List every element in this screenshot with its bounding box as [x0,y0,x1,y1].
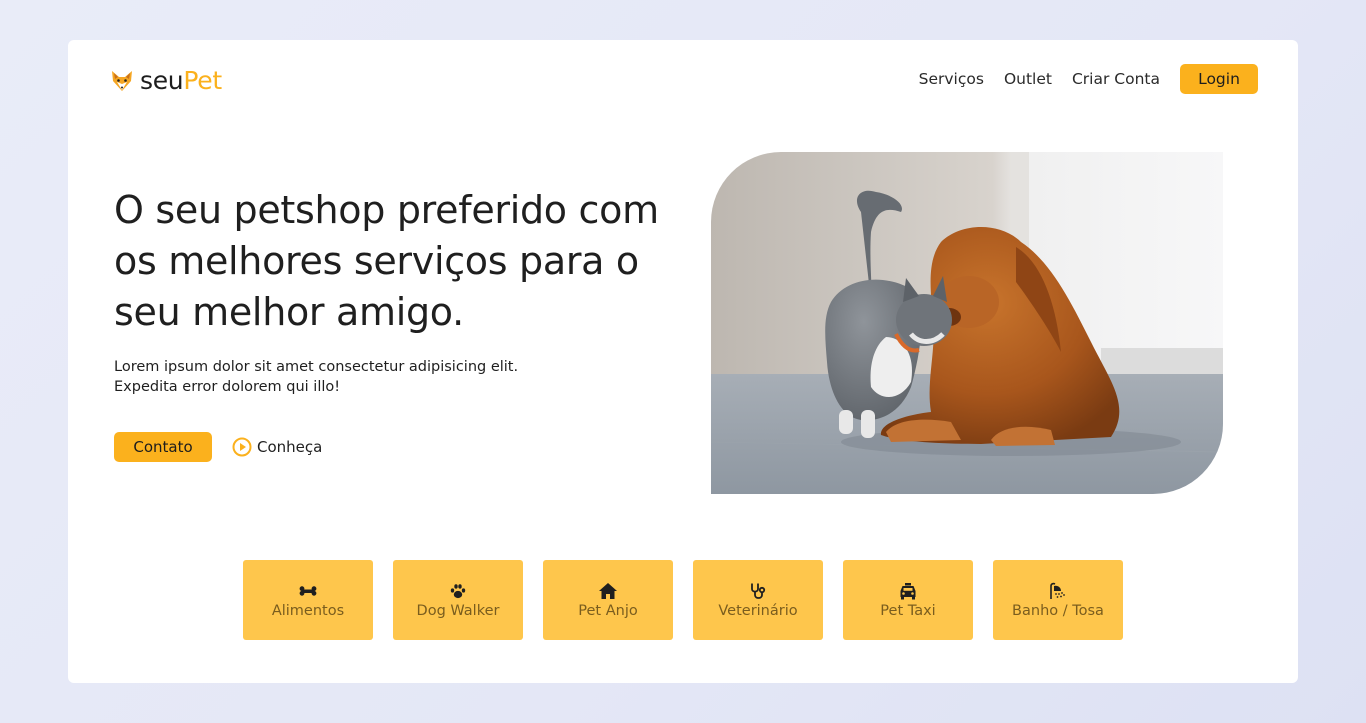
service-veterinario[interactable]: Veterinário [693,560,823,640]
contato-button[interactable]: Contato [114,432,212,462]
conheca-label: Conheça [257,438,323,456]
brand-name-accent: Pet [183,66,222,95]
service-label: Veterinário [718,602,798,619]
taxi-icon [900,582,916,599]
bone-icon [299,585,317,596]
service-label: Dog Walker [416,602,500,619]
paw-icon [450,583,466,598]
service-pet-anjo[interactable]: Pet Anjo [543,560,673,640]
hero-actions: Contato Conheça [114,432,322,462]
service-label: Pet Taxi [880,602,936,619]
hero-description: Lorem ipsum dolor sit amet consectetur a… [114,359,519,395]
nav-link-outlet[interactable]: Outlet [1004,64,1052,94]
shower-icon [1050,582,1065,599]
service-label: Alimentos [271,602,345,619]
play-circle-icon [232,437,252,457]
stethoscope-icon [751,583,766,599]
service-label: Banho / Tosa [1012,602,1104,619]
login-button[interactable]: Login [1180,64,1258,94]
top-nav: Serviços Outlet Criar Conta Login [919,64,1258,94]
services-row: Alimentos Dog Walker Pet Anjo Veterinári… [243,560,1123,640]
nav-link-criar-conta[interactable]: Criar Conta [1072,64,1160,94]
main-card: seuPet Serviços Outlet Criar Conta Login… [68,40,1298,683]
conheca-link[interactable]: Conheça [232,437,322,457]
brand-name: seuPet [140,66,222,96]
brand-name-prefix: seu [140,66,184,95]
brand-logo[interactable]: seuPet [110,66,222,96]
hero-image [711,152,1223,494]
nav-link-servicos[interactable]: Serviços [919,64,984,94]
service-banho-tosa[interactable]: Banho / Tosa [993,560,1123,640]
hero-headline: O seu petshop preferido com os melhores … [114,188,659,334]
service-alimentos[interactable]: Alimentos [243,560,373,640]
home-icon [599,582,617,599]
service-dog-walker[interactable]: Dog Walker [393,560,523,640]
service-pet-taxi[interactable]: Pet Taxi [843,560,973,640]
cat-and-dog-photo [711,152,1223,494]
fox-icon [112,71,132,91]
service-label: Pet Anjo [578,602,638,619]
